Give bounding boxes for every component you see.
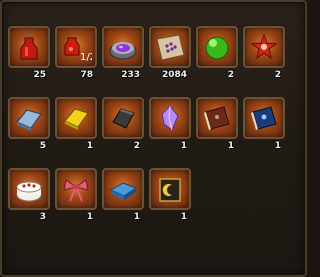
blue-book-icon [251, 106, 277, 130]
blue-cushion-icon [109, 182, 138, 200]
ribbon-bow-icon [63, 179, 89, 202]
item-count: 1 [180, 141, 187, 151]
item-count: 3 [39, 212, 46, 222]
item-count: 1 [227, 141, 234, 151]
half-overlay-label: 1/2 [80, 52, 92, 63]
item-slot-green-orb[interactable] [196, 26, 238, 68]
item-count: 1 [86, 212, 93, 222]
treasure-map-icon [156, 34, 185, 61]
moon-tome-icon [159, 178, 181, 202]
item-count: 1 [86, 141, 93, 151]
item-count: 1 [180, 212, 187, 222]
item-count: 2 [133, 141, 140, 151]
item-slot-blue-cushion[interactable] [102, 168, 144, 210]
item-slot-crystal-shard[interactable] [149, 97, 191, 139]
item-slot-red-ornament[interactable] [243, 26, 285, 68]
inventory-panel: 1/25 78 233 2084 2 2 5 1 2 1 1 1 3 1 1 1 [0, 0, 307, 277]
item-count: 25 [33, 70, 46, 80]
item-slot-gold-bar[interactable] [55, 97, 97, 139]
dark-ore-icon [112, 108, 135, 129]
item-slot-ribbon-bow[interactable] [55, 168, 97, 210]
brown-book-icon [204, 106, 230, 130]
cake-icon [16, 181, 42, 202]
item-count: 1 [274, 141, 281, 151]
item-slot-purple-gem-box[interactable] [102, 26, 144, 68]
item-count: 233 [121, 70, 140, 80]
item-count: 78 [80, 70, 93, 80]
item-count: 5 [39, 141, 46, 151]
item-slot-treasure-map[interactable] [149, 26, 191, 68]
silver-bar-icon [16, 109, 42, 131]
item-count: 2 [227, 70, 234, 80]
item-count: 1 [133, 212, 140, 222]
red-ornament-icon [250, 33, 278, 60]
red-potion-icon [20, 34, 38, 60]
item-slot-dark-ore[interactable] [102, 97, 144, 139]
item-slot-silver-bar[interactable] [8, 97, 50, 139]
item-slot-red-potion[interactable] [8, 26, 50, 68]
item-slot-half-red-potion[interactable]: 1/2 [55, 26, 97, 68]
gem-box-icon [109, 42, 137, 60]
half-red-potion-icon: 1/2 [64, 35, 92, 63]
item-slot-cake[interactable] [8, 168, 50, 210]
crystal-shard-icon [161, 105, 179, 131]
item-slot-brown-book[interactable] [196, 97, 238, 139]
item-slot-blue-book[interactable] [243, 97, 285, 139]
item-count: 2 [274, 70, 281, 80]
gold-bar-icon [64, 108, 89, 130]
item-slot-moon-tome[interactable] [149, 168, 191, 210]
green-orb-icon [205, 36, 229, 60]
item-count: 2084 [161, 70, 187, 80]
